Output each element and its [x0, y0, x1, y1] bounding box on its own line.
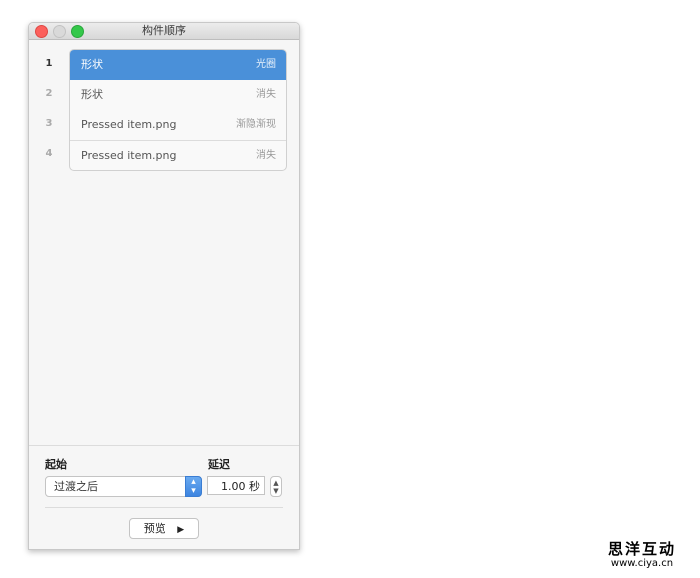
list-item[interactable]: 形状 光圈	[70, 50, 286, 80]
title-bar: 构件顺序	[29, 23, 299, 40]
item-name: 形状	[81, 58, 103, 71]
watermark-name: 思洋互动	[607, 540, 676, 558]
play-icon: ▶	[177, 525, 185, 535]
row-number: 4	[45, 148, 53, 159]
start-select[interactable]: 过渡之后 ▴ ▾	[45, 476, 202, 497]
list-item[interactable]: Pressed item.png 渐隐渐现	[70, 110, 286, 140]
divider	[45, 507, 283, 508]
build-options-panel: 起始 延迟 过渡之后 ▴ ▾ 1.00 秒 ▲ ▼ 预览 ▶	[29, 445, 299, 549]
start-label: 起始	[45, 458, 67, 471]
row-numbers: 1 2 3 4	[29, 49, 69, 169]
item-effect: 渐隐渐现	[236, 119, 276, 130]
list-item[interactable]: Pressed item.png 消失	[70, 140, 286, 170]
watermark-url: www.ciya.cn	[610, 558, 674, 569]
delay-input[interactable]: 1.00 秒	[207, 476, 265, 495]
item-effect: 消失	[256, 89, 276, 100]
delay-stepper[interactable]: ▲ ▼	[270, 476, 282, 497]
build-order-window: 构件顺序 1 2 3 4 形状 光圈 形状 消失 Pressed item.pn…	[28, 22, 300, 550]
item-name: 形状	[81, 88, 103, 101]
item-effect: 光圈	[256, 59, 276, 70]
chevron-updown-icon: ▴ ▾	[185, 476, 202, 497]
row-number: 2	[45, 88, 53, 99]
preview-button-label: 预览	[143, 522, 166, 535]
row-number: 1	[45, 58, 53, 69]
window-title: 构件顺序	[142, 24, 186, 37]
item-name: Pressed item.png	[81, 149, 177, 162]
item-name: Pressed item.png	[81, 118, 177, 131]
build-list: 形状 光圈 形状 消失 Pressed item.png 渐隐渐现 Presse…	[69, 49, 287, 171]
preview-button[interactable]: 预览 ▶	[129, 518, 199, 539]
row-number: 3	[45, 118, 53, 129]
watermark: 思洋互动 www.ciya.cn	[592, 540, 692, 570]
delay-label: 延迟	[208, 458, 230, 471]
start-select-value: 过渡之后	[54, 480, 98, 493]
item-effect: 消失	[256, 150, 276, 161]
stepper-up-icon[interactable]: ▲	[271, 479, 281, 487]
stepper-down-icon[interactable]: ▼	[271, 487, 281, 495]
list-item[interactable]: 形状 消失	[70, 80, 286, 110]
